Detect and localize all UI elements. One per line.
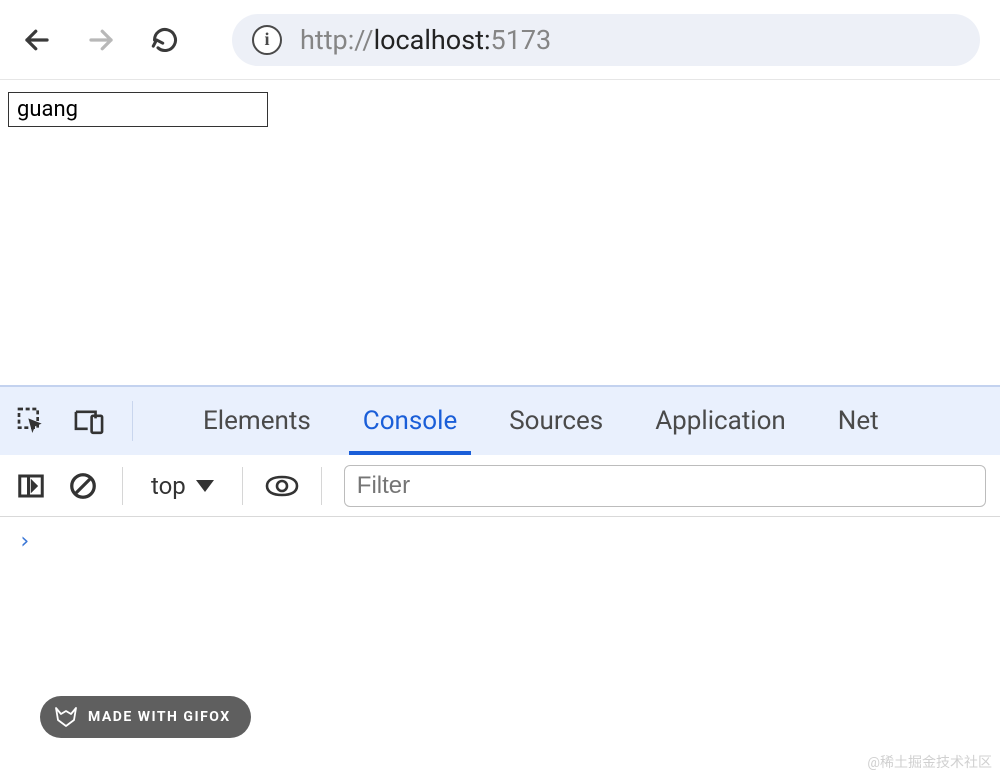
url-prefix: http:// — [300, 24, 374, 56]
page-viewport — [0, 80, 1000, 385]
console-prompt: › — [18, 529, 31, 554]
devtools-tab-bar: Elements Console Sources Application Net — [0, 387, 1000, 455]
toolbar-separator — [242, 467, 243, 505]
tab-separator — [132, 401, 133, 441]
address-bar[interactable]: i http://localhost:5173 — [232, 14, 980, 66]
gifox-badge: MADE WITH GIFOX — [40, 696, 251, 738]
filter-input[interactable] — [344, 465, 986, 507]
back-button[interactable] — [20, 23, 54, 57]
tab-application[interactable]: Application — [641, 387, 800, 455]
context-label: top — [151, 472, 186, 500]
console-output[interactable]: › — [0, 517, 1000, 566]
device-toolbar-icon[interactable] — [72, 404, 106, 438]
url-port: 5173 — [491, 24, 552, 56]
chevron-down-icon — [196, 480, 214, 492]
reload-button[interactable] — [148, 23, 182, 57]
toolbar-separator — [321, 467, 322, 505]
inspect-element-icon[interactable] — [14, 404, 48, 438]
page-text-input[interactable] — [8, 92, 268, 127]
live-expression-icon[interactable] — [265, 469, 299, 503]
tab-elements[interactable]: Elements — [189, 387, 325, 455]
tab-sources[interactable]: Sources — [495, 387, 617, 455]
fox-icon — [54, 706, 78, 728]
url-text: http://localhost:5173 — [300, 24, 551, 56]
toolbar-separator — [122, 467, 123, 505]
toggle-sidebar-icon[interactable] — [14, 469, 48, 503]
url-host: localhost: — [374, 24, 491, 56]
gifox-label: MADE WITH GIFOX — [88, 709, 231, 725]
devtools-panel: Elements Console Sources Application Net… — [0, 385, 1000, 566]
tab-console[interactable]: Console — [349, 387, 471, 455]
site-info-icon[interactable]: i — [252, 25, 282, 55]
tab-network[interactable]: Net — [824, 387, 893, 455]
watermark-text: @稀土掘金技术社区 — [867, 752, 992, 772]
browser-nav-bar: i http://localhost:5173 — [0, 0, 1000, 80]
execution-context-selector[interactable]: top — [145, 472, 220, 500]
forward-button[interactable] — [84, 23, 118, 57]
console-toolbar: top — [0, 455, 1000, 517]
clear-console-icon[interactable] — [66, 469, 100, 503]
